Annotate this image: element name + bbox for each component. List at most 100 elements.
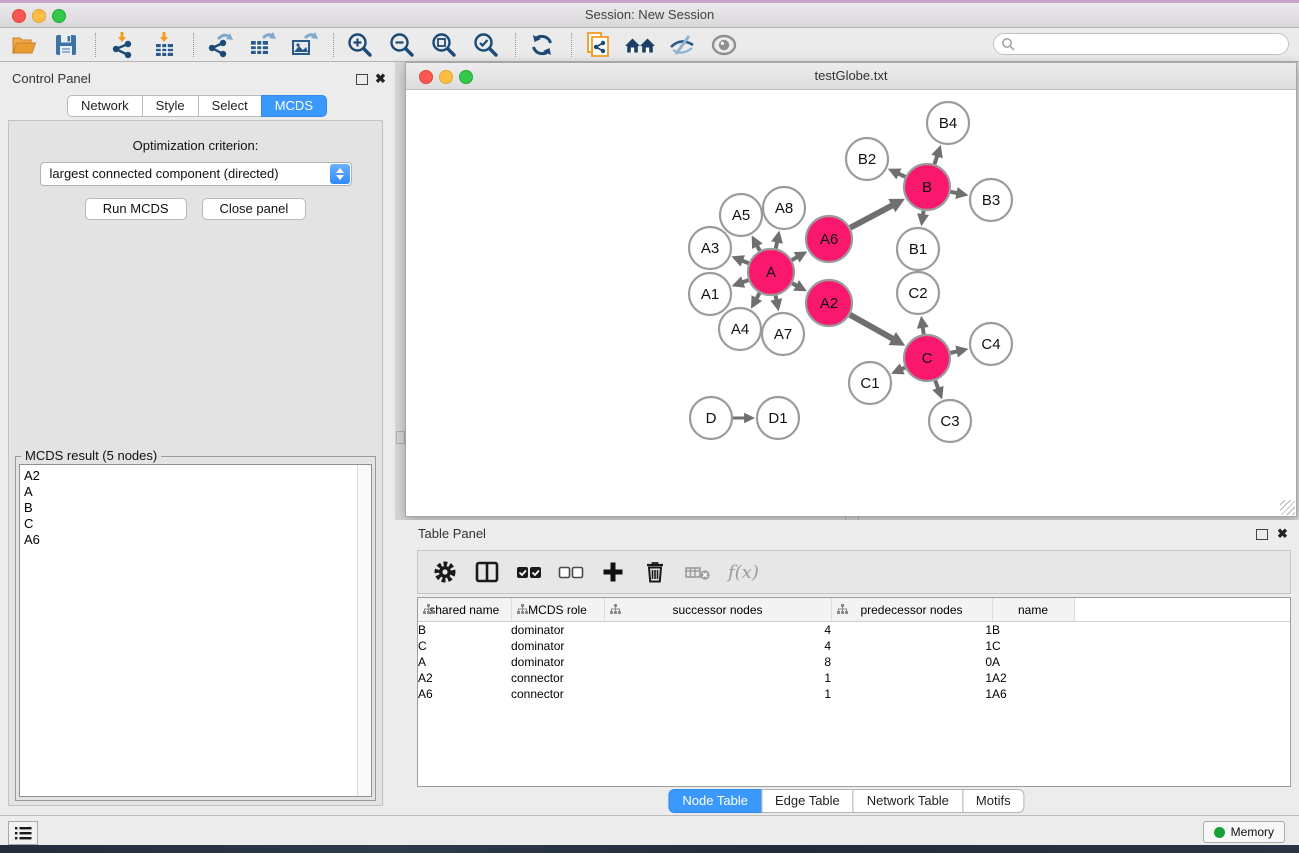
edge-A-A2[interactable] (792, 280, 807, 291)
tab-select[interactable]: Select (198, 95, 262, 117)
delete-column-icon[interactable] (642, 557, 668, 587)
node-B3[interactable]: B3 (970, 179, 1012, 221)
cell[interactable]: B (992, 622, 1074, 639)
node-B[interactable]: B (904, 164, 950, 210)
table-settings-icon[interactable] (432, 557, 458, 587)
column-header-shared-name[interactable]: shared name (418, 598, 511, 622)
node-C4[interactable]: C4 (970, 323, 1012, 365)
export-table-icon[interactable] (246, 30, 278, 60)
edge-A-A6[interactable] (792, 251, 807, 262)
show-graphics-details-icon[interactable] (708, 30, 740, 60)
edge-C-C3[interactable] (932, 381, 943, 400)
node-B2[interactable]: B2 (846, 138, 888, 180)
cell[interactable]: 1 (831, 638, 992, 654)
hide-annotations-icon[interactable] (666, 30, 698, 60)
cell[interactable]: C (418, 638, 511, 654)
node-C3[interactable]: C3 (929, 400, 971, 442)
table-row[interactable]: Bdominator41B (418, 622, 1290, 639)
zoom-selected-icon[interactable] (470, 30, 502, 60)
cell[interactable]: 8 (604, 654, 831, 670)
select-all-checkboxes-icon[interactable] (516, 557, 542, 587)
node-D[interactable]: D (690, 397, 732, 439)
edge-A-A4[interactable] (751, 293, 762, 309)
edge-A-A8[interactable] (771, 231, 783, 249)
zoom-view-light[interactable] (459, 70, 473, 84)
column-header-successor-nodes[interactable]: successor nodes (604, 598, 831, 622)
result-list-scrollbar[interactable] (357, 465, 371, 796)
zoom-in-icon[interactable] (344, 30, 376, 60)
cell[interactable]: A6 (418, 686, 511, 702)
node-C1[interactable]: C1 (849, 362, 891, 404)
column-header-mcds-role[interactable]: MCDS role (511, 598, 604, 622)
minimize-window-light[interactable] (32, 9, 46, 23)
node-table[interactable]: shared nameMCDS rolesuccessor nodesprede… (417, 597, 1291, 787)
network-canvas[interactable]: B4B2BB3A8A5A6A3B1AC2A1A2A4A7C4CC1C3DD1 (406, 90, 1296, 516)
add-column-icon[interactable] (600, 557, 626, 587)
dropdown-stepper-icon[interactable] (330, 164, 350, 184)
cell[interactable]: dominator (511, 638, 604, 654)
result-item-c[interactable]: C (20, 516, 371, 532)
node-C2[interactable]: C2 (897, 272, 939, 314)
resize-grip-icon[interactable] (1280, 500, 1295, 515)
node-A4[interactable]: A4 (719, 308, 761, 350)
result-item-a[interactable]: A (20, 484, 371, 500)
cell[interactable]: 1 (831, 622, 992, 639)
cell[interactable]: A2 (418, 670, 511, 686)
edge-B-B2[interactable] (888, 168, 905, 179)
edge-A2-C[interactable] (850, 315, 905, 346)
cell[interactable]: C (992, 638, 1074, 654)
cell[interactable]: 4 (604, 638, 831, 654)
node-A[interactable]: A (748, 249, 794, 295)
edge-A-A7[interactable] (770, 296, 782, 312)
close-table-panel-icon[interactable]: ✖ (1277, 526, 1288, 542)
close-panel-icon[interactable]: ✖ (375, 71, 386, 87)
vertical-splitter-handle[interactable] (396, 431, 405, 444)
node-A5[interactable]: A5 (720, 194, 762, 236)
tab-node-table[interactable]: Node Table (668, 789, 762, 813)
search-input[interactable] (1015, 34, 1288, 54)
edge-D-D1[interactable] (733, 413, 755, 424)
close-view-light[interactable] (419, 70, 433, 84)
float-panel-icon[interactable] (356, 74, 368, 85)
node-B4[interactable]: B4 (927, 102, 969, 144)
cell[interactable]: 1 (604, 686, 831, 702)
cell[interactable]: 1 (831, 670, 992, 686)
table-row[interactable]: Adominator80A (418, 654, 1290, 670)
tab-edge-table[interactable]: Edge Table (761, 789, 854, 813)
criterion-dropdown[interactable]: largest connected component (directed) (40, 162, 352, 186)
cell[interactable]: connector (511, 686, 604, 702)
import-network-icon[interactable] (106, 30, 138, 60)
run-mcds-button[interactable]: Run MCDS (85, 198, 187, 220)
cell[interactable]: 4 (604, 622, 831, 639)
zoom-window-light[interactable] (52, 9, 66, 23)
table-row[interactable]: A2connector11A2 (418, 670, 1290, 686)
edge-A6-B[interactable] (850, 199, 905, 228)
tab-network-table[interactable]: Network Table (853, 789, 963, 813)
cell[interactable]: 1 (831, 686, 992, 702)
home-icon[interactable] (624, 30, 656, 60)
cell[interactable]: A (418, 654, 511, 670)
edge-B-B1[interactable] (917, 211, 929, 226)
mcds-result-list[interactable]: A2ABCA6 (19, 464, 372, 797)
node-A1[interactable]: A1 (689, 273, 731, 315)
cell[interactable]: dominator (511, 622, 604, 639)
show-columns-icon[interactable] (474, 557, 500, 587)
memory-button[interactable]: Memory (1203, 821, 1285, 843)
node-A7[interactable]: A7 (762, 313, 804, 355)
cell[interactable]: 1 (604, 670, 831, 686)
delete-table-icon[interactable] (684, 557, 712, 587)
tab-network[interactable]: Network (67, 95, 143, 117)
node-B1[interactable]: B1 (897, 228, 939, 270)
cell[interactable]: B (418, 622, 511, 639)
new-network-file-icon[interactable] (582, 30, 614, 60)
function-builder-icon[interactable]: f(x) (728, 557, 759, 587)
zoom-fit-icon[interactable] (428, 30, 460, 60)
zoom-out-icon[interactable] (386, 30, 418, 60)
node-D1[interactable]: D1 (757, 397, 799, 439)
close-panel-button[interactable]: Close panel (202, 198, 307, 220)
minimize-view-light[interactable] (439, 70, 453, 84)
tab-motifs[interactable]: Motifs (962, 789, 1025, 813)
edge-A-A1[interactable] (732, 276, 749, 287)
cell[interactable]: A (992, 654, 1074, 670)
tab-style[interactable]: Style (142, 95, 199, 117)
